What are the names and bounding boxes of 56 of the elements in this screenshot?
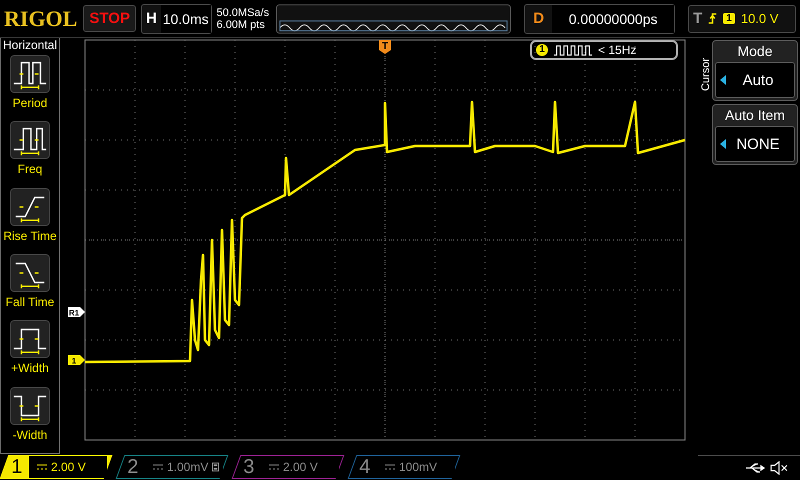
channel-scale: 2.00 V xyxy=(283,460,318,474)
measure-button[interactable] xyxy=(10,254,50,292)
channel-scale: 100mV xyxy=(399,460,438,474)
trigger-level: 10.0 V xyxy=(740,11,778,26)
measure-button[interactable] xyxy=(10,55,50,93)
channel-tab[interactable]: 4 100mV xyxy=(348,455,460,479)
trigger-label: T xyxy=(693,10,702,27)
delay-value: 0.00000000ps xyxy=(552,4,674,32)
brand-logo: RIGOL xyxy=(4,6,78,32)
measure-label: Freq xyxy=(18,162,42,176)
menu-title: Cursor xyxy=(700,58,712,92)
softkey-label: Mode xyxy=(737,43,773,59)
menu-title: Horizontal xyxy=(2,38,58,52)
softkey-value: Auto xyxy=(742,72,774,88)
run-stop-status[interactable]: STOP xyxy=(83,5,136,32)
timebase-box[interactable]: H 10.0ms xyxy=(140,4,212,34)
delay-label: D xyxy=(532,10,546,27)
measure-button[interactable] xyxy=(10,121,50,160)
dc-coupling-icon xyxy=(269,464,279,470)
menu-softkey[interactable]: Mode Auto xyxy=(712,40,798,101)
measure-label: +Width xyxy=(11,361,49,376)
dc-coupling-icon xyxy=(37,464,47,470)
channel-scale: 1.00mV xyxy=(167,460,208,474)
timebase-value: 10.0ms xyxy=(160,4,211,32)
measure-label: Period xyxy=(12,96,48,110)
measure-label: Rise Time xyxy=(3,228,57,243)
reference-marker[interactable]: R1 xyxy=(68,307,85,318)
menu-softkey[interactable]: Auto Item NONE xyxy=(712,104,798,165)
measure-label: -Width xyxy=(12,428,48,442)
measure-button[interactable] xyxy=(10,188,50,226)
rising-edge-icon xyxy=(708,12,718,25)
channel-tab[interactable]: 2 1.00mV xyxy=(116,455,228,479)
trigger-box[interactable]: T 1 10.0 V xyxy=(688,4,796,32)
timebase-label: H xyxy=(144,10,158,27)
measure-button[interactable] xyxy=(10,386,50,425)
channel-tab[interactable]: 3 2.00 V xyxy=(232,455,344,479)
left-arrow-icon xyxy=(720,75,726,85)
memory-depth: 6.00M pts xyxy=(216,18,266,30)
usb-icon xyxy=(746,462,766,472)
channel-offset-marker[interactable]: 1 xyxy=(68,355,85,366)
trigger-position-marker[interactable]: T xyxy=(379,40,391,54)
softkey-value: NONE xyxy=(735,136,781,152)
softkey-label: Auto Item xyxy=(725,107,785,123)
dc-coupling-icon xyxy=(153,464,163,470)
channel-tab[interactable]: 1 2.00 V xyxy=(0,455,112,479)
measure-button[interactable] xyxy=(10,320,50,358)
measure-label: Fall Time xyxy=(6,294,54,309)
dc-coupling-icon xyxy=(385,464,395,470)
sample-rate: 50.0MSa/s xyxy=(216,6,270,18)
square-wave-icon xyxy=(553,44,593,56)
frequency-reading: < 15Hz xyxy=(598,43,636,57)
delay-box[interactable]: D 0.00000000ps xyxy=(524,4,676,34)
left-arrow-icon xyxy=(720,139,726,149)
speaker-muted-icon xyxy=(770,460,788,474)
trigger-source: 1 xyxy=(723,13,735,24)
channel-scale: 2.00 V xyxy=(51,460,86,474)
